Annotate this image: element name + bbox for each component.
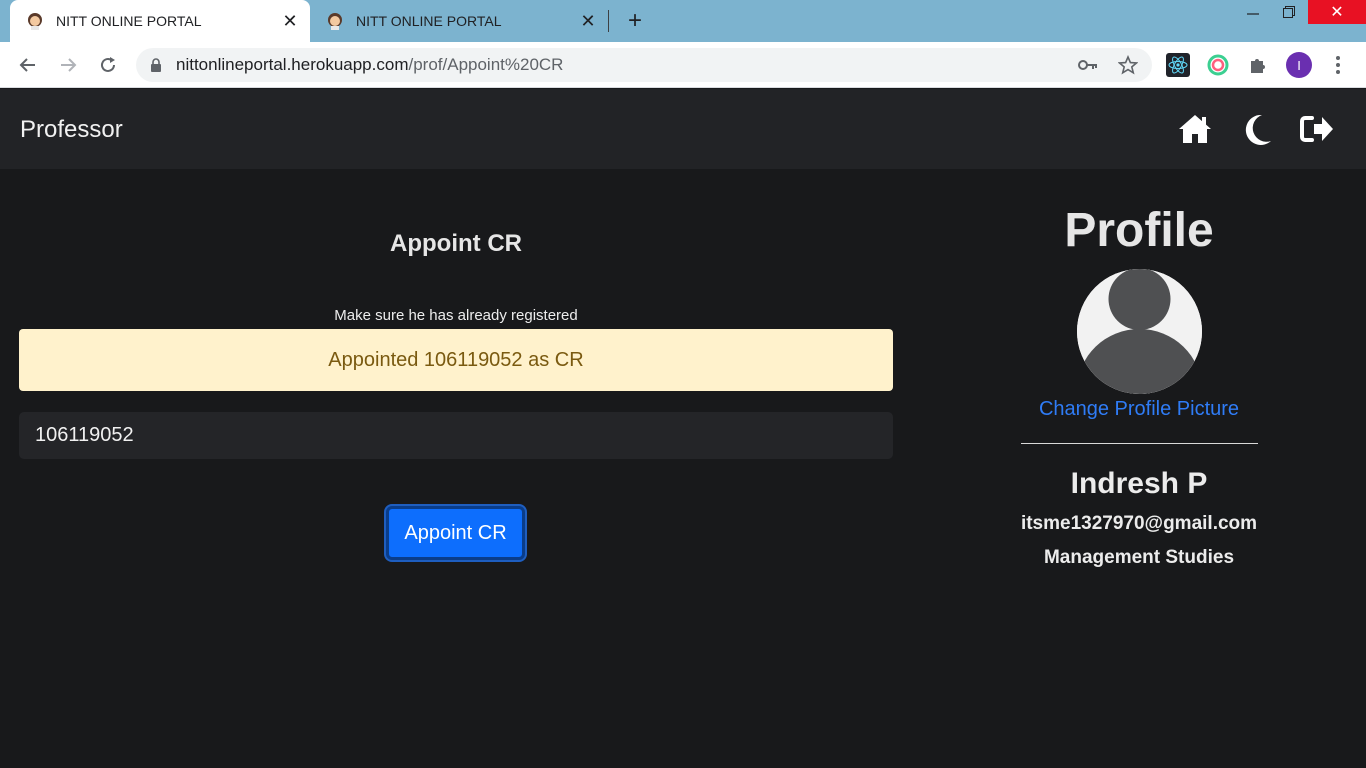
- star-icon[interactable]: [1118, 55, 1138, 75]
- url-text: nittonlineportal.herokuapp.com/prof/Appo…: [176, 55, 563, 75]
- address-bar[interactable]: nittonlineportal.herokuapp.com/prof/Appo…: [136, 48, 1152, 82]
- main-content: Appoint CR Make sure he has already regi…: [0, 169, 1366, 768]
- success-alert: Appointed 106119052 as CR: [19, 329, 893, 391]
- student-favicon-icon: [326, 12, 344, 30]
- restore-icon[interactable]: [1266, 0, 1312, 24]
- extensions-puzzle-icon[interactable]: [1246, 53, 1270, 77]
- navbar-brand[interactable]: Professor: [20, 116, 123, 144]
- profile-department: Management Studies: [1043, 547, 1235, 568]
- tab-title: NITT ONLINE PORTAL: [56, 13, 202, 29]
- app-navbar: Professor: [0, 89, 1366, 169]
- new-tab-icon[interactable]: +: [622, 7, 648, 34]
- react-devtools-icon[interactable]: [1166, 53, 1190, 77]
- browser-tab-inactive[interactable]: NITT ONLINE PORTAL ✕: [310, 0, 608, 42]
- tab-title: NITT ONLINE PORTAL: [356, 13, 502, 29]
- appoint-cr-button[interactable]: Appoint CR: [386, 506, 525, 560]
- forward-arrow-icon[interactable]: [54, 51, 82, 79]
- reload-icon[interactable]: [94, 51, 122, 79]
- moon-icon[interactable]: [1238, 111, 1276, 147]
- appoint-cr-heading: Appoint CR: [390, 230, 522, 257]
- browser-tab-active[interactable]: NITT ONLINE PORTAL ✕: [10, 0, 310, 42]
- back-arrow-icon[interactable]: [14, 51, 42, 79]
- url-path: /prof/Appoint%20CR: [408, 55, 564, 74]
- student-favicon-icon: [26, 12, 44, 30]
- lock-icon[interactable]: [150, 58, 162, 72]
- url-host: nittonlineportal.herokuapp.com: [176, 55, 409, 74]
- profile-heading: Profile: [1064, 204, 1214, 257]
- roll-number-input[interactable]: [19, 412, 893, 459]
- register-hint: Make sure he has already registered: [334, 307, 578, 324]
- profile-picture-avatar: [1077, 269, 1202, 394]
- profile-divider: [1021, 443, 1258, 444]
- extension-ring-icon[interactable]: [1206, 53, 1230, 77]
- logout-icon[interactable]: [1298, 111, 1336, 147]
- key-icon[interactable]: [1078, 55, 1098, 75]
- profile-email: itsme1327970@gmail.com: [1020, 513, 1258, 534]
- window-close-icon[interactable]: ✕: [1308, 0, 1366, 24]
- profile-name: Indresh P: [1070, 467, 1208, 500]
- profile-avatar-chip[interactable]: I: [1286, 52, 1312, 78]
- home-icon[interactable]: [1176, 111, 1214, 147]
- browser-toolbar: nittonlineportal.herokuapp.com/prof/Appo…: [0, 42, 1366, 88]
- browser-tabbar: NITT ONLINE PORTAL ✕ NITT ONLINE PORTAL …: [0, 0, 1366, 42]
- tab-separator: [608, 10, 609, 32]
- menu-kebab-icon[interactable]: [1326, 53, 1350, 77]
- close-tab-icon[interactable]: ✕: [278, 9, 302, 33]
- close-tab-icon[interactable]: ✕: [576, 9, 600, 33]
- change-profile-picture-link[interactable]: Change Profile Picture: [1012, 398, 1266, 421]
